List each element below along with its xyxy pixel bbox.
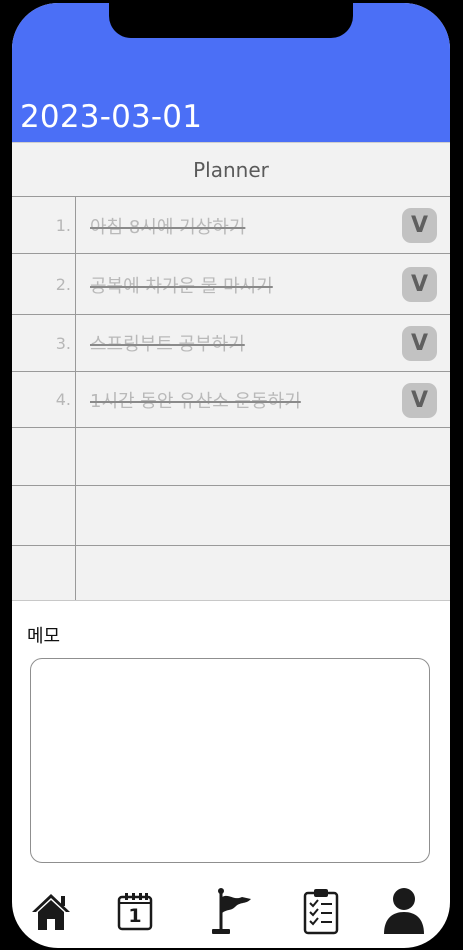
- complete-check-button[interactable]: V: [402, 267, 437, 302]
- row-number: [12, 486, 76, 545]
- planner-row-empty[interactable]: [12, 428, 450, 486]
- complete-check-button[interactable]: V: [402, 326, 437, 361]
- planner-row-empty[interactable]: [12, 546, 450, 601]
- planner-row: 2. 공복에 차가운 물 마시기 V: [12, 254, 450, 315]
- calendar-icon: 1: [116, 891, 154, 931]
- flag-icon: [209, 887, 253, 935]
- clipboard-checklist-icon: [301, 887, 341, 935]
- planner-row: 1. 아침 8시에 기상하기 V: [12, 197, 450, 254]
- nav-calendar-button[interactable]: 1: [111, 885, 159, 937]
- row-number: 1.: [12, 197, 76, 253]
- planner-list: 1. 아침 8시에 기상하기 V 2. 공복에 차가운 물 마시기 V 3. 스…: [12, 197, 450, 601]
- header-bar: 2023-03-01: [12, 3, 450, 142]
- device-notch: [109, 3, 353, 38]
- planner-row: 4. 1시간 동안 유산소 운동하기 V: [12, 372, 450, 428]
- nav-profile-button[interactable]: [380, 885, 428, 937]
- row-number: [12, 546, 76, 600]
- row-number: 4.: [12, 372, 76, 427]
- memo-textarea[interactable]: [30, 658, 430, 863]
- nav-goal-button[interactable]: [207, 885, 255, 937]
- task-text[interactable]: 공복에 차가운 물 마시기: [90, 272, 273, 298]
- task-text[interactable]: 아침 8시에 기상하기: [90, 213, 245, 239]
- nav-checklist-button[interactable]: [297, 885, 345, 937]
- memo-label: 메모: [27, 626, 61, 647]
- complete-check-button[interactable]: V: [402, 383, 437, 418]
- bottom-nav: 1: [12, 879, 450, 945]
- nav-home-button[interactable]: [27, 885, 75, 937]
- complete-check-button[interactable]: V: [402, 208, 437, 243]
- task-text[interactable]: 스프링부트 공부하기: [90, 330, 245, 356]
- planner-row: 3. 스프링부트 공부하기 V: [12, 315, 450, 372]
- planner-title: Planner: [12, 142, 450, 197]
- row-number: [12, 428, 76, 485]
- user-icon: [381, 886, 427, 936]
- page-date: 2023-03-01: [20, 99, 203, 135]
- row-number: 2.: [12, 254, 76, 314]
- task-text[interactable]: 1시간 동안 유산소 운동하기: [90, 387, 301, 413]
- home-icon: [30, 890, 72, 932]
- planner-row-empty[interactable]: [12, 486, 450, 546]
- calendar-day-number: 1: [128, 905, 142, 927]
- row-number: 3.: [12, 315, 76, 371]
- phone-screen: 2023-03-01 Planner 1. 아침 8시에 기상하기 V 2. 공…: [12, 3, 450, 948]
